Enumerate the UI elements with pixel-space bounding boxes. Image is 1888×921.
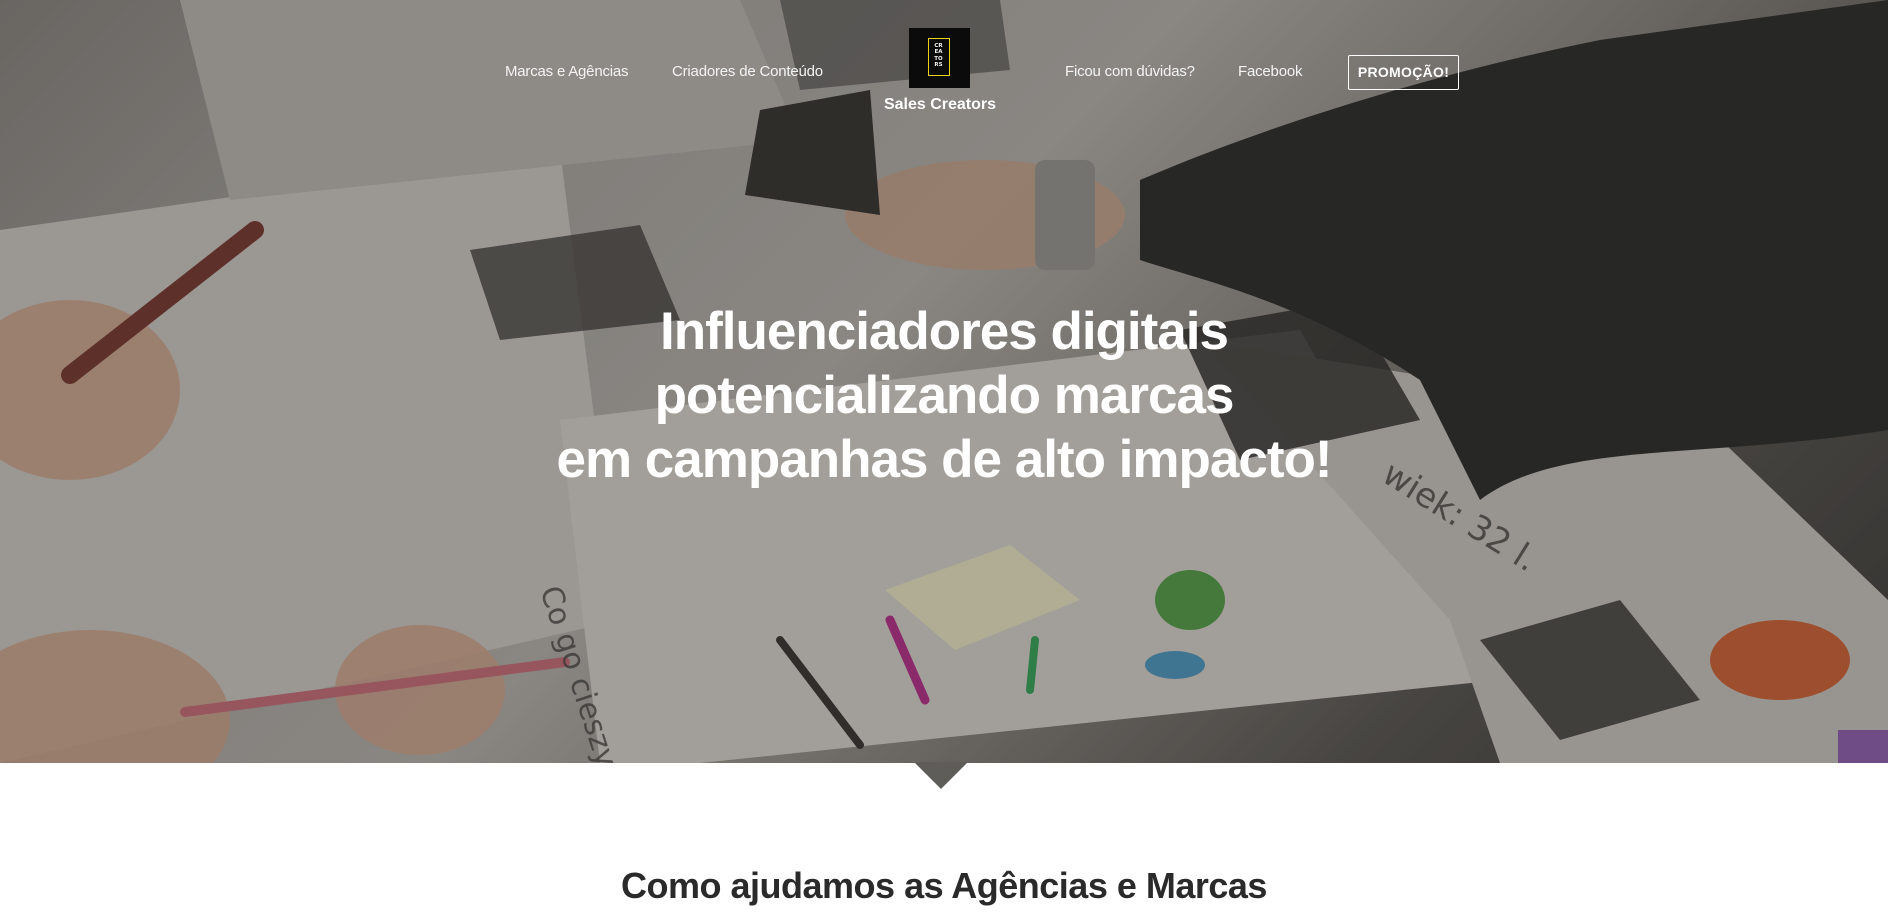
promo-button[interactable]: PROMOÇÃO! [1348, 55, 1459, 90]
brand-logo[interactable]: CR EA TO RS [909, 28, 970, 88]
brand-name[interactable]: Sales Creators [860, 96, 1020, 118]
headline-line-2: potencializando marcas [654, 366, 1235, 425]
logo-frame: CR EA TO RS [928, 38, 950, 76]
hero-section: Co go cieszy? wiek: 32 l. Marcas e Agênc… [0, 0, 1888, 763]
logo-letters: CR EA TO RS [934, 43, 943, 69]
nav-link-facebook[interactable]: Facebook [1238, 61, 1302, 83]
nav-link-duvidas[interactable]: Ficou com dúvidas? [1065, 61, 1195, 83]
section-arrow-indicator [914, 762, 968, 789]
hero-headline: Influenciadores digitais potencializando… [444, 300, 1444, 492]
headline-line-3: em campanhas de alto impacto! [556, 430, 1332, 489]
section-title: Como ajudamos as Agências e Marcas [621, 865, 1267, 906]
nav-link-criadores-conteudo[interactable]: Criadores de Conteúdo [672, 61, 823, 83]
nav-link-marcas-agencias[interactable]: Marcas e Agências [505, 61, 629, 83]
headline-line-1: Influenciadores digitais [660, 302, 1229, 361]
